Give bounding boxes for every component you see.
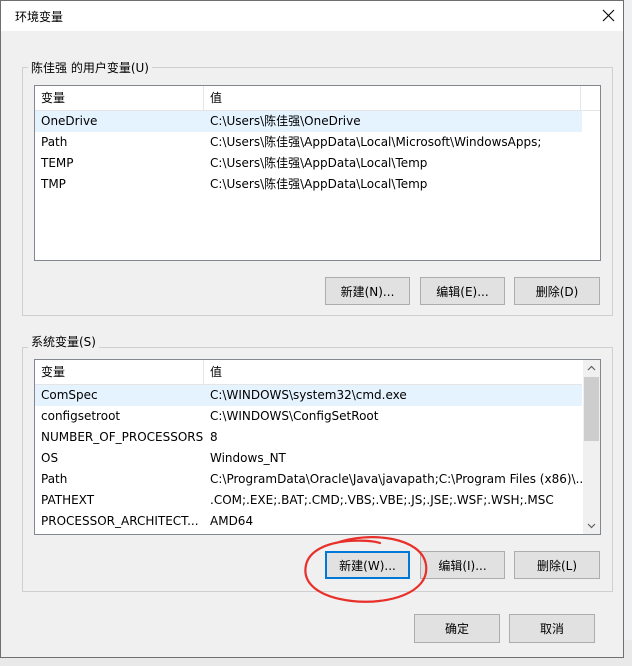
variable-value: C:\Users\陈佳强\OneDrive xyxy=(210,114,361,128)
scroll-down-button[interactable] xyxy=(583,517,600,534)
variable-name: Path xyxy=(41,135,68,149)
column-header-variable[interactable]: 变量 xyxy=(35,360,203,384)
variable-name: OS xyxy=(41,451,59,465)
variable-name: TEMP xyxy=(41,156,74,170)
user-variables-list[interactable]: 变量 值 OneDrive C:\Users\陈佳强\OneDrive Path… xyxy=(34,85,601,261)
user-edit-button[interactable]: 编辑(E)... xyxy=(420,277,505,305)
scrollbar-thumb[interactable] xyxy=(584,377,599,441)
variable-name: PROCESSOR_ARCHITECT... xyxy=(41,514,199,528)
variable-name: ComSpec xyxy=(41,388,98,402)
variable-name: Path xyxy=(41,472,68,486)
variable-value: C:\Users\陈佳强\AppData\Local\Temp xyxy=(210,156,428,170)
table-row[interactable]: OneDrive C:\Users\陈佳强\OneDrive xyxy=(35,111,582,132)
variable-value: Windows_NT xyxy=(210,451,286,465)
cancel-button[interactable]: 取消 xyxy=(509,614,595,643)
table-row[interactable]: ComSpec C:\WINDOWS\system32\cmd.exe xyxy=(35,385,582,406)
scroll-up-button[interactable] xyxy=(583,360,600,377)
chevron-up-icon xyxy=(587,365,596,371)
variable-value: .COM;.EXE;.BAT;.CMD;.VBS;.VBE;.JS;.JSE;.… xyxy=(210,493,554,507)
user-list-header: 变量 值 xyxy=(35,86,600,111)
column-separator[interactable] xyxy=(580,86,581,110)
variable-name: configsetroot xyxy=(41,409,121,423)
column-header-value[interactable]: 值 xyxy=(204,360,582,384)
table-row[interactable]: NUMBER_OF_PROCESSORS 8 xyxy=(35,427,582,448)
dialog-title: 环境变量 xyxy=(15,10,64,24)
variable-name: NUMBER_OF_PROCESSORS xyxy=(41,430,203,444)
vertical-scrollbar[interactable] xyxy=(583,360,600,534)
environment-variables-dialog: 环境变量 陈佳强 的用户变量(U) 变量 值 OneDrive C:\Users… xyxy=(0,0,624,658)
variable-value: C:\ProgramData\Oracle\Java\javapath;C:\P… xyxy=(210,472,582,486)
ok-button[interactable]: 确定 xyxy=(414,614,500,643)
table-row[interactable]: OS Windows_NT xyxy=(35,448,582,469)
variable-value: C:\WINDOWS\system32\cmd.exe xyxy=(210,388,407,402)
variable-value: C:\Users\陈佳强\AppData\Local\Temp xyxy=(210,177,428,191)
close-button[interactable] xyxy=(591,1,625,31)
variable-value: C:\WINDOWS\ConfigSetRoot xyxy=(210,409,379,423)
column-header-variable[interactable]: 变量 xyxy=(35,86,203,110)
table-row[interactable]: configsetroot C:\WINDOWS\ConfigSetRoot xyxy=(35,406,582,427)
variable-value: AMD64 xyxy=(210,514,254,528)
system-new-button[interactable]: 新建(W)... xyxy=(325,551,410,579)
close-icon xyxy=(602,9,615,22)
chevron-down-icon xyxy=(587,523,596,529)
user-new-button[interactable]: 新建(N)... xyxy=(325,277,410,305)
column-header-value[interactable]: 值 xyxy=(204,86,580,110)
variable-name: TMP xyxy=(41,177,66,191)
table-row[interactable]: PROCESSOR_ARCHITECT... AMD64 xyxy=(35,511,582,532)
table-row[interactable]: PATHEXT .COM;.EXE;.BAT;.CMD;.VBS;.VBE;.J… xyxy=(35,490,582,511)
variable-name: OneDrive xyxy=(41,114,98,128)
table-row[interactable]: Path C:\Users\陈佳强\AppData\Local\Microsof… xyxy=(35,132,582,153)
system-variables-list[interactable]: 变量 值 ComSpec C:\WINDOWS\system32\cmd.exe… xyxy=(34,359,601,535)
system-edit-button[interactable]: 编辑(I)... xyxy=(420,551,505,579)
variable-value: 8 xyxy=(210,430,218,444)
user-variables-label: 陈佳强 的用户变量(U) xyxy=(28,59,152,76)
title-bar: 环境变量 xyxy=(1,1,623,31)
variable-name: PATHEXT xyxy=(41,493,95,507)
user-delete-button[interactable]: 删除(D) xyxy=(514,277,600,305)
system-variables-label: 系统变量(S) xyxy=(28,333,99,350)
table-row[interactable]: TMP C:\Users\陈佳强\AppData\Local\Temp xyxy=(35,174,582,195)
variable-value: C:\Users\陈佳强\AppData\Local\Microsoft\Win… xyxy=(210,135,542,149)
system-list-header: 变量 值 xyxy=(35,360,582,385)
table-row[interactable]: TEMP C:\Users\陈佳强\AppData\Local\Temp xyxy=(35,153,582,174)
system-delete-button[interactable]: 删除(L) xyxy=(514,551,600,579)
table-row[interactable]: Path C:\ProgramData\Oracle\Java\javapath… xyxy=(35,469,582,490)
